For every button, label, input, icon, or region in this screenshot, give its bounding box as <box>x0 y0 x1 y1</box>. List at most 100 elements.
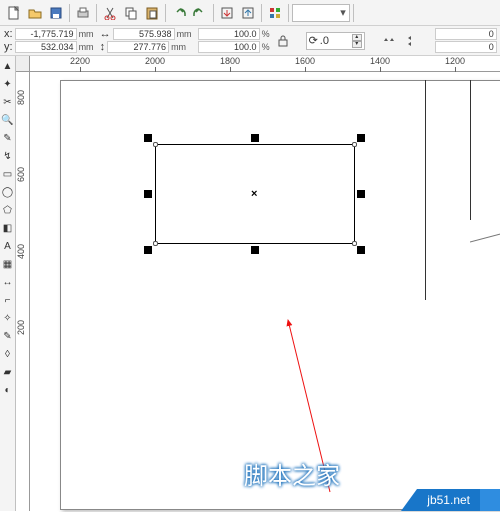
mirror-v-icon[interactable] <box>403 31 419 51</box>
export-icon[interactable] <box>238 3 258 23</box>
basic-shapes-tool-icon[interactable]: ◧ <box>0 220 15 237</box>
chevron-down-icon[interactable]: ▾ <box>337 6 349 19</box>
separator <box>353 4 354 22</box>
rotation-spinner[interactable]: ▴▾ <box>352 34 362 48</box>
shape-tool-icon[interactable]: ✦ <box>0 76 15 93</box>
corner-node[interactable] <box>153 241 158 246</box>
effects-tool-icon[interactable]: ✧ <box>0 310 15 327</box>
ruler-tick: 400 <box>16 244 26 259</box>
freehand-tool-icon[interactable]: ✎ <box>0 130 15 147</box>
watermark-seg <box>480 489 500 511</box>
ruler-horizontal[interactable]: 2200 2000 1800 1600 1400 1200 <box>30 56 500 72</box>
copy-icon[interactable] <box>121 3 141 23</box>
paste-icon[interactable] <box>142 3 162 23</box>
open-icon[interactable] <box>25 3 45 23</box>
import-icon[interactable] <box>217 3 237 23</box>
resize-handle-tr[interactable] <box>357 134 365 142</box>
selection-center-marker: × <box>251 188 257 200</box>
ellipse-tool-icon[interactable]: ◯ <box>0 184 15 201</box>
zoom-level-combo[interactable]: 12% ▾ <box>292 4 350 22</box>
smart-tool-icon[interactable]: ↯ <box>0 148 15 165</box>
position-group: x: mm y: mm <box>4 28 94 53</box>
rectangle-tool-icon[interactable]: ▭ <box>0 166 15 183</box>
separator <box>261 4 262 22</box>
resize-handle-tm[interactable] <box>251 134 259 142</box>
x-unit: mm <box>79 29 94 40</box>
spin-a-input[interactable] <box>435 28 497 40</box>
scale-y-input[interactable] <box>198 41 260 53</box>
redo-icon[interactable] <box>190 3 210 23</box>
y-label: y: <box>4 42 13 53</box>
lock-ratio-icon[interactable] <box>276 31 290 51</box>
separator <box>69 4 70 22</box>
ruler-vertical[interactable]: 800 600 400 200 <box>16 72 30 511</box>
new-icon[interactable] <box>4 3 24 23</box>
ruler-tick: 200 <box>16 320 26 335</box>
cut-icon[interactable] <box>100 3 120 23</box>
width-input[interactable] <box>113 28 175 40</box>
interactive-fill-tool-icon[interactable]: ◐ <box>0 382 15 399</box>
watermark-domain: jb51.net <box>417 489 480 511</box>
separator <box>288 4 289 22</box>
spin-b-input[interactable] <box>435 41 497 53</box>
mirror-h-icon[interactable] <box>381 31 397 51</box>
eyedropper-tool-icon[interactable]: ✎ <box>0 328 15 345</box>
rotation-group[interactable]: ⟳ ▴▾ <box>306 32 365 50</box>
resize-handle-ml[interactable] <box>144 190 152 198</box>
print-icon[interactable] <box>73 3 93 23</box>
crop-tool-icon[interactable]: ✂ <box>0 94 15 111</box>
save-icon[interactable] <box>46 3 66 23</box>
watermark-text: 脚本之家 <box>244 456 340 491</box>
resize-handle-bm[interactable] <box>251 246 259 254</box>
separator <box>213 4 214 22</box>
ruler-tick: 1200 <box>445 56 465 66</box>
resize-handle-bl[interactable] <box>144 246 152 254</box>
scale-x-input[interactable] <box>198 28 260 40</box>
resize-handle-tl[interactable] <box>144 134 152 142</box>
resize-handle-br[interactable] <box>357 246 365 254</box>
watermark-bar: jb51.net <box>401 489 500 511</box>
property-bar: x:mm y:mm ↔mm ↕mm % % ⟳ ▴▾ <box>0 26 500 56</box>
ruler-tick: 1800 <box>220 56 240 66</box>
ruler-tick: 2000 <box>145 56 165 66</box>
undo-icon[interactable] <box>169 3 189 23</box>
h-unit: mm <box>171 42 186 53</box>
pick-tool-icon[interactable]: ▲ <box>0 58 15 75</box>
corner-group <box>435 28 497 53</box>
height-input[interactable] <box>107 41 169 53</box>
guide-line[interactable] <box>425 80 426 300</box>
corner-node[interactable] <box>153 142 158 147</box>
rotation-input[interactable] <box>320 35 350 47</box>
height-icon: ↕ <box>100 42 106 53</box>
ruler-tick: 800 <box>16 90 26 105</box>
corner-node[interactable] <box>352 142 357 147</box>
y-unit: mm <box>79 42 94 53</box>
sy-unit: % <box>262 42 270 53</box>
fill-tool-icon[interactable]: ▰ <box>0 364 15 381</box>
y-input[interactable] <box>15 41 77 53</box>
dimension-tool-icon[interactable]: ↔ <box>0 274 15 291</box>
connector-tool-icon[interactable]: ⌐ <box>0 292 15 309</box>
zoom-input[interactable]: 12% <box>293 7 337 19</box>
main-toolbar: 12% ▾ <box>0 0 500 26</box>
resize-handle-mr[interactable] <box>357 190 365 198</box>
table-tool-icon[interactable]: ▦ <box>0 256 15 273</box>
text-tool-icon[interactable]: A <box>0 238 15 255</box>
app-launcher-icon[interactable] <box>265 3 285 23</box>
zoom-tool-icon[interactable]: 🔍 <box>0 112 15 129</box>
sx-unit: % <box>262 29 270 40</box>
ruler-tick: 600 <box>16 167 26 182</box>
separator <box>96 4 97 22</box>
polygon-tool-icon[interactable]: ⬠ <box>0 202 15 219</box>
canvas-area[interactable]: × <box>30 72 500 511</box>
ruler-tick: 1600 <box>295 56 315 66</box>
watermark-triangle <box>401 489 417 511</box>
x-input[interactable] <box>15 28 77 40</box>
stray-line <box>470 232 500 262</box>
ruler-origin[interactable] <box>16 56 30 72</box>
rotate-icon: ⟳ <box>309 34 318 47</box>
x-label: x: <box>4 29 13 40</box>
ruler-tick: 1400 <box>370 56 390 66</box>
guide-line[interactable] <box>470 80 471 220</box>
outline-tool-icon[interactable]: ◊ <box>0 346 15 363</box>
